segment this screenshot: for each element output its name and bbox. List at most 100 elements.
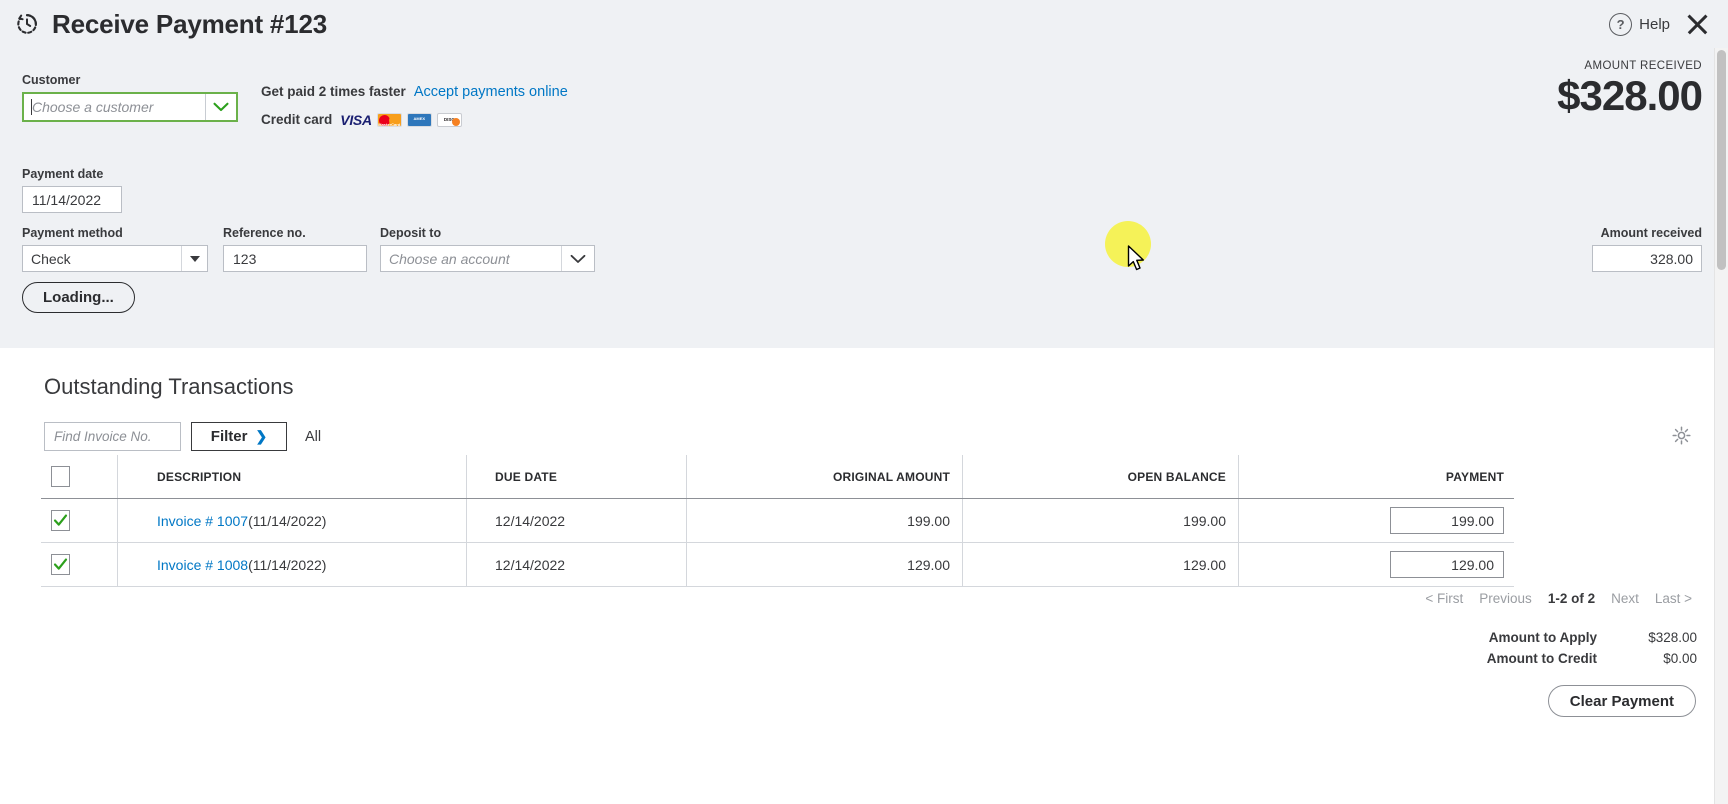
amount-received-field-group: Amount received 328.00 xyxy=(1592,226,1702,272)
pager-last[interactable]: Last > xyxy=(1655,591,1692,606)
amount-received-display-value: $328.00 xyxy=(1557,72,1703,119)
mastercard-icon: MasterCard xyxy=(376,112,402,127)
invoice-date: (11/14/2022) xyxy=(248,512,327,529)
vertical-scrollbar[interactable] xyxy=(1714,48,1728,804)
customer-placeholder: Choose a customer xyxy=(32,99,154,115)
header-actions: ? Help xyxy=(1609,0,1710,48)
payment-method-value: Check xyxy=(31,250,71,267)
section-title: Outstanding Transactions xyxy=(44,374,294,399)
payment-form-panel: Customer Choose a customer Get paid 2 ti… xyxy=(0,48,1728,348)
question-circle-icon: ? xyxy=(1609,12,1633,36)
payment-method-label: Payment method xyxy=(22,226,123,240)
help-button[interactable]: ? Help xyxy=(1609,12,1670,36)
deposit-to-combobox[interactable]: Choose an account xyxy=(380,245,595,272)
customer-dropdown-button[interactable] xyxy=(205,94,236,120)
pager-previous[interactable]: Previous xyxy=(1479,591,1532,606)
credit-card-label: Credit card xyxy=(261,112,333,127)
column-header-due-date: DUE DATE xyxy=(466,455,686,498)
column-header-original-amount: ORIGINAL AMOUNT xyxy=(686,455,962,498)
transactions-toolbar: Find Invoice No. Filter ❯ All xyxy=(44,422,321,451)
chevron-right-icon: ❯ xyxy=(255,428,268,444)
amount-received-display-label: AMOUNT RECEIVED xyxy=(1584,60,1702,72)
table-row: Invoice # 1007 (11/14/2022) 12/14/2022 1… xyxy=(41,499,1514,543)
amex-icon: AMEX xyxy=(406,112,432,127)
deposit-to-input[interactable]: Choose an account xyxy=(381,246,561,271)
filter-all-label[interactable]: All xyxy=(305,429,321,445)
row-payment-cell: 129.00 xyxy=(1238,543,1514,586)
gear-icon[interactable] xyxy=(1672,426,1691,450)
pager-first[interactable]: < First xyxy=(1425,591,1463,606)
total-row-amount-to-credit: Amount to Credit $0.00 xyxy=(1447,651,1697,666)
visa-icon: VISA xyxy=(340,111,372,128)
accept-payments-online-link[interactable]: Accept payments online xyxy=(414,84,568,100)
clock-history-icon xyxy=(14,11,40,37)
amount-received-display: AMOUNT RECEIVED $328.00 xyxy=(1557,60,1703,119)
discover-icon: DISC xyxy=(436,112,462,127)
row-payment-cell: 199.00 xyxy=(1238,499,1514,542)
receive-payment-window: Receive Payment #123 ? Help Customer Cho… xyxy=(0,0,1728,804)
row-open-balance: 129.00 xyxy=(962,543,1238,586)
customer-field-group: Customer Choose a customer xyxy=(22,73,238,122)
customer-label: Customer xyxy=(22,73,81,87)
filter-button[interactable]: Filter ❯ xyxy=(191,422,287,451)
totals-summary: Amount to Apply $328.00 Amount to Credit… xyxy=(1447,630,1697,672)
amount-to-credit-label: Amount to Credit xyxy=(1486,651,1597,666)
payment-method-dropdown-button[interactable] xyxy=(181,246,207,271)
payment-method-group: Payment method Check xyxy=(22,226,208,272)
pager-range: 1-2 of 2 xyxy=(1547,591,1596,606)
transactions-table: DESCRIPTION DUE DATE ORIGINAL AMOUNT OPE… xyxy=(41,455,1514,587)
column-header-open-balance: OPEN BALANCE xyxy=(962,455,1238,498)
row-description: Invoice # 1008 (11/14/2022) xyxy=(117,543,466,586)
deposit-to-group: Deposit to Choose an account xyxy=(380,226,595,272)
pagination: < First Previous 1-2 of 2 Next Last > xyxy=(1425,591,1692,606)
row-payment-input[interactable]: 199.00 xyxy=(1390,507,1504,534)
promo-line-2: Credit card VISA MasterCard AMEX DISC xyxy=(261,112,568,127)
find-invoice-placeholder: Find Invoice No. xyxy=(54,429,152,444)
select-all-cell xyxy=(41,455,117,498)
column-header-description: DESCRIPTION xyxy=(117,455,466,498)
payments-promo: Get paid 2 times faster Accept payments … xyxy=(261,84,568,127)
payment-method-select[interactable]: Check xyxy=(22,245,208,272)
deposit-to-label: Deposit to xyxy=(380,226,442,240)
row-checkbox[interactable] xyxy=(51,510,70,531)
table-header-row: DESCRIPTION DUE DATE ORIGINAL AMOUNT OPE… xyxy=(41,455,1514,499)
row-payment-input[interactable]: 129.00 xyxy=(1390,551,1504,578)
row-description: Invoice # 1007 (11/14/2022) xyxy=(117,499,466,542)
reference-no-group: Reference no. 123 xyxy=(223,226,367,272)
row-original-amount: 129.00 xyxy=(686,543,962,586)
customer-combobox[interactable]: Choose a customer xyxy=(22,92,238,122)
select-all-checkbox[interactable] xyxy=(51,466,70,487)
invoice-link[interactable]: Invoice # 1007 xyxy=(157,513,248,529)
amount-to-credit-value: $0.00 xyxy=(1663,651,1697,666)
pager-next[interactable]: Next xyxy=(1611,591,1639,606)
row-select-cell xyxy=(41,543,117,586)
close-icon[interactable] xyxy=(1684,11,1710,37)
card-logos: VISA MasterCard AMEX DISC xyxy=(340,111,462,128)
row-checkbox[interactable] xyxy=(51,554,70,575)
clear-payment-button[interactable]: Clear Payment xyxy=(1547,685,1696,717)
promo-line-1: Get paid 2 times faster Accept payments … xyxy=(261,84,568,100)
outstanding-transactions-section: Outstanding Transactions Find Invoice No… xyxy=(0,348,1728,804)
total-row-amount-to-apply: Amount to Apply $328.00 xyxy=(1447,630,1697,645)
chevron-down-icon xyxy=(213,102,229,112)
reference-no-input[interactable]: 123 xyxy=(223,245,367,272)
loading-button[interactable]: Loading... xyxy=(22,282,135,313)
text-caret xyxy=(31,99,32,115)
find-invoice-input[interactable]: Find Invoice No. xyxy=(44,422,181,451)
customer-input[interactable]: Choose a customer xyxy=(24,94,205,120)
row-select-cell xyxy=(41,499,117,542)
payment-date-input[interactable]: 11/14/2022 xyxy=(22,186,122,213)
payment-date-label: Payment date xyxy=(22,167,104,181)
help-label: Help xyxy=(1639,15,1670,33)
scrollbar-thumb[interactable] xyxy=(1717,50,1726,270)
row-original-amount: 199.00 xyxy=(686,499,962,542)
triangle-down-icon xyxy=(189,255,200,262)
amount-received-field-label: Amount received xyxy=(1600,226,1702,240)
invoice-link[interactable]: Invoice # 1008 xyxy=(157,557,248,573)
amount-received-input[interactable]: 328.00 xyxy=(1592,245,1702,272)
deposit-to-dropdown-button[interactable] xyxy=(561,246,594,271)
row-due-date: 12/14/2022 xyxy=(466,499,686,542)
filter-label: Filter xyxy=(210,428,248,445)
page-title: Receive Payment #123 xyxy=(52,8,327,39)
deposit-to-placeholder: Choose an account xyxy=(389,250,510,267)
